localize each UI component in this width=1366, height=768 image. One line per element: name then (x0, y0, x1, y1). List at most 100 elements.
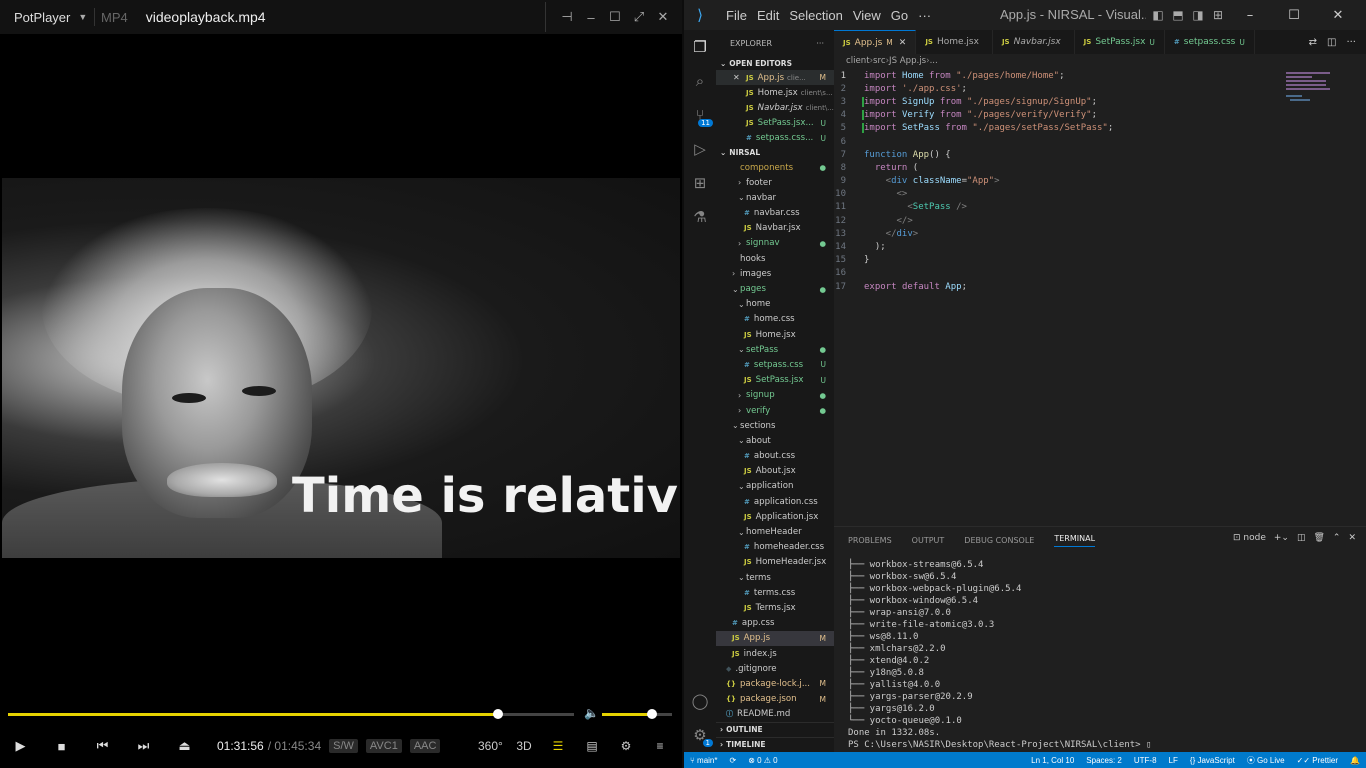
extensions-icon[interactable]: ⊞ (684, 166, 716, 200)
code-line[interactable]: 13 </div > (834, 227, 1366, 240)
tree-item[interactable]: ⌄ pages ● (716, 281, 834, 296)
branch-status[interactable]: ⑂ main* (684, 756, 723, 765)
prettier-status[interactable]: ✓✓ Prettier (1291, 756, 1344, 765)
chapter-icon[interactable]: ▤ (580, 739, 604, 753)
previous-button[interactable]: ⏮ (82, 738, 123, 754)
audio-codec-tag[interactable]: AAC (409, 739, 441, 753)
playlist-search-icon[interactable]: ☰ (546, 739, 570, 753)
split-terminal-icon[interactable]: ◫ (1297, 533, 1306, 543)
tree-item[interactable]: ◆ .gitignore (716, 661, 834, 676)
tree-item[interactable]: › signup ● (716, 388, 834, 403)
potplayer-menu-button[interactable]: PotPlayer ▼ (0, 10, 88, 25)
tree-item[interactable]: JS App.js M (716, 630, 834, 646)
open-editor-item[interactable]: JS Home.jsx client\s... (716, 85, 834, 100)
tree-item[interactable]: › footer (716, 175, 834, 190)
panel-tab-terminal[interactable]: TERMINAL (1054, 534, 1096, 547)
code-line[interactable]: 15} (834, 254, 1366, 267)
close-button[interactable]: ✕ (1316, 8, 1360, 23)
terminal-shell-selector[interactable]: ⊡ node (1233, 533, 1266, 543)
manage-gear-icon[interactable]: ⚙ 1 (684, 718, 716, 752)
panel-tab-debug-console[interactable]: DEBUG CONSOLE (964, 536, 1034, 545)
accounts-icon[interactable]: ◯ (684, 684, 716, 718)
panel-tab-output[interactable]: OUTPUT (912, 536, 945, 545)
open-editor-item[interactable]: ✕ JS App.js clie... M (716, 70, 834, 86)
close-icon[interactable]: ✕ (899, 38, 907, 48)
tree-item[interactable]: ⌄ setPass ● (716, 342, 834, 357)
tree-item[interactable]: JS index.js (716, 646, 834, 661)
seek-bar[interactable] (8, 709, 574, 719)
code-line[interactable]: 17 export default App; (834, 280, 1366, 293)
maximize-button[interactable]: ☐ (606, 9, 624, 25)
go-live-button[interactable]: ⦿ Go Live (1241, 755, 1291, 766)
tree-item[interactable]: hooks (716, 251, 834, 266)
minimize-button[interactable]: – (1228, 8, 1272, 23)
tree-item[interactable]: JS HomeHeader.jsx (716, 555, 834, 570)
menu-icon[interactable]: ≡ (648, 739, 672, 753)
open-editor-item[interactable]: JS Navbar.jsx client\... (716, 100, 834, 115)
seek-handle[interactable] (493, 709, 504, 719)
eject-button[interactable]: ⏏ (164, 738, 205, 754)
tree-item[interactable]: # homeheader.css (716, 540, 834, 555)
indentation-status[interactable]: Spaces: 2 (1080, 756, 1128, 765)
menu-view[interactable]: View (853, 8, 881, 23)
tree-item[interactable]: # setpass.css U (716, 357, 834, 372)
tree-item[interactable]: ⌄ navbar (716, 190, 834, 205)
minimap[interactable] (1282, 70, 1356, 110)
stop-button[interactable]: ■ (41, 739, 82, 754)
notifications-bell-icon[interactable]: 🔔 (1344, 756, 1366, 765)
tree-item[interactable]: # app.css (716, 616, 834, 631)
outline-section[interactable]: › OUTLINE (716, 722, 834, 736)
open-editors-section[interactable]: ⌄ OPEN EDITORS (716, 56, 834, 70)
tree-item[interactable]: # home.css (716, 312, 834, 327)
tree-item[interactable]: › images (716, 266, 834, 281)
run-debug-icon[interactable]: ▷ (684, 132, 716, 166)
panel-tab-problems[interactable]: PROBLEMS (848, 536, 892, 545)
tree-item[interactable]: {} package.json M (716, 692, 834, 707)
tab-setpasscss[interactable]: # setpass.css U (1165, 30, 1255, 54)
code-line[interactable]: 11 < SetPass /> (834, 201, 1366, 214)
breadcrumb-item[interactable]: JS App.js (889, 56, 926, 66)
settings-gear-icon[interactable]: ⚙ (614, 739, 638, 753)
trash-icon[interactable]: 🗑 (1313, 533, 1324, 543)
encoding-status[interactable]: UTF-8 (1128, 756, 1163, 765)
tree-item[interactable]: # application.css (716, 494, 834, 509)
tree-item[interactable]: JS Application.jsx (716, 509, 834, 524)
tree-item[interactable]: ⌄ homeHeader (716, 524, 834, 539)
code-line[interactable]: 16 (834, 267, 1366, 280)
code-line[interactable]: 7 function App() { (834, 148, 1366, 161)
tree-item[interactable]: JS About.jsx (716, 464, 834, 479)
tree-item[interactable]: JS Terms.jsx (716, 600, 834, 615)
code-line[interactable]: 5 import SetPass from "./pages/setPass/Se… (834, 122, 1366, 135)
sync-icon[interactable]: ⟳ (723, 756, 742, 765)
volume-handle[interactable] (647, 709, 658, 719)
code-line[interactable]: 6 (834, 135, 1366, 148)
editor-area[interactable]: JS App.js M ✕ JS Home.jsx JS Navbar.jsx JS SetPas… (834, 30, 1366, 526)
open-editor-item[interactable]: # setpass.css... U (716, 131, 834, 146)
close-icon[interactable]: ✕ (733, 73, 740, 82)
customize-layout-icon[interactable]: ⊞ (1208, 8, 1228, 22)
source-control-icon[interactable]: ⑂ 11 (684, 98, 716, 132)
close-button[interactable]: ✕ (654, 9, 672, 25)
fullscreen-button[interactable]: ⤢ (630, 9, 648, 25)
tab-navbarjsx[interactable]: JS Navbar.jsx (993, 30, 1075, 54)
tree-item[interactable]: JS Home.jsx (716, 327, 834, 342)
tree-item[interactable]: ⓘ README.md (716, 707, 834, 722)
code-line[interactable]: 14 ); (834, 240, 1366, 253)
eol-status[interactable]: LF (1163, 756, 1184, 765)
volume-icon[interactable]: 🔈 (584, 706, 599, 720)
tree-item[interactable]: ⌄ terms (716, 570, 834, 585)
tree-item[interactable]: ⌄ sections (716, 418, 834, 433)
video-codec-tag[interactable]: AVC1 (365, 739, 402, 753)
tab-setpassjsx[interactable]: JS SetPass.jsx U (1075, 30, 1165, 54)
search-icon[interactable]: ⌕ (684, 64, 716, 98)
explorer-icon[interactable]: ❐ (684, 30, 716, 64)
project-section[interactable]: ⌄ NIRSAL (716, 146, 834, 160)
menu-selection[interactable]: Selection (789, 8, 842, 23)
code-line[interactable]: 8 return ( (834, 161, 1366, 174)
play-button[interactable]: ▶ (0, 738, 41, 754)
code-line[interactable]: 9 < div className = "App" > (834, 175, 1366, 188)
maximize-panel-icon[interactable]: ⌃ (1333, 533, 1341, 543)
tree-item[interactable]: › signnav ● (716, 236, 834, 251)
tree-item[interactable]: JS Navbar.jsx (716, 221, 834, 236)
tree-item[interactable]: ⌄ home (716, 297, 834, 312)
